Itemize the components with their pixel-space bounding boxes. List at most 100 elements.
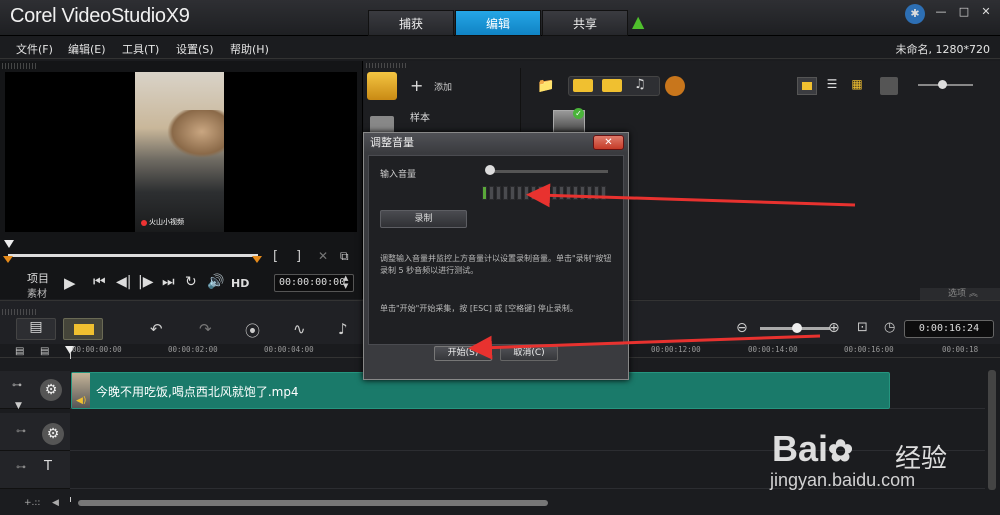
- undo-icon[interactable]: ↶: [150, 320, 163, 338]
- zoom-in-icon[interactable]: ⊕: [828, 320, 840, 336]
- menu-file[interactable]: 文件(F): [16, 41, 53, 57]
- overlay-track-icon: ⚙: [42, 423, 64, 445]
- menu-edit[interactable]: 编辑(E): [68, 41, 106, 57]
- mark-out-icon[interactable]: ]: [296, 249, 301, 264]
- baidu-url: jingyan.baidu.com: [770, 470, 916, 490]
- repeat-icon[interactable]: ↻: [185, 274, 197, 290]
- online-icon[interactable]: [665, 76, 685, 96]
- maximize-icon[interactable]: □: [955, 4, 973, 20]
- vertical-scrollbar[interactable]: [988, 370, 996, 490]
- menu-tools[interactable]: 工具(T): [122, 41, 159, 57]
- next-frame-icon[interactable]: |▶: [138, 274, 153, 290]
- scrub-handle[interactable]: [4, 240, 14, 248]
- meter-segment: [489, 186, 494, 200]
- go-start-icon[interactable]: ⏮: [93, 274, 106, 290]
- copy-icon[interactable]: ⧉: [340, 249, 349, 264]
- title-track-header[interactable]: [0, 451, 70, 489]
- menu-settings[interactable]: 设置(S): [176, 41, 214, 57]
- start-button[interactable]: 开始(S): [434, 346, 492, 361]
- video-filter-icon[interactable]: [573, 79, 593, 92]
- close-icon[interactable]: ✕: [593, 135, 624, 150]
- cancel-button[interactable]: 取消(C): [500, 346, 558, 361]
- folder-icon[interactable]: 📁: [537, 78, 554, 94]
- project-mode-label[interactable]: 项目: [27, 270, 49, 286]
- sample-folder[interactable]: 样本: [410, 109, 430, 124]
- ruler-tick: 00:00:14:00: [748, 345, 798, 354]
- preview-timecode[interactable]: 00:00:00:00: [274, 274, 354, 292]
- tab-share[interactable]: 共享: [542, 10, 628, 36]
- help-text: 调整输入音量并监控上方音量计以设置录制音量。单击"录制"按钮录制 5 秒音频以进…: [380, 254, 612, 275]
- auto-music-icon[interactable]: ♪: [338, 320, 348, 338]
- photo-filter-icon[interactable]: [602, 79, 622, 92]
- upload-icon[interactable]: ▲: [632, 12, 648, 31]
- sound-mixer-icon[interactable]: ∿: [293, 320, 306, 338]
- horizontal-scrollbar[interactable]: [78, 500, 548, 506]
- timeline-view-icon[interactable]: [63, 318, 103, 340]
- help-globe-icon[interactable]: ✱: [905, 4, 925, 24]
- ruler-tick: 00:00:02:00: [168, 345, 218, 354]
- redo-icon[interactable]: ↷: [199, 320, 212, 338]
- menu-help[interactable]: 帮助(H): [230, 41, 269, 57]
- volume-icon[interactable]: 🔊: [207, 274, 224, 290]
- storyboard-view-icon[interactable]: ▤: [16, 318, 56, 340]
- zoom-knob[interactable]: [792, 323, 802, 333]
- thumbnail-view-icon[interactable]: [797, 77, 817, 95]
- chapter-icon[interactable]: ▤: [40, 346, 49, 357]
- options-bar[interactable]: 选项 ︽: [920, 288, 1000, 300]
- expand-icon[interactable]: ▼: [15, 401, 22, 411]
- zoom-out-icon[interactable]: ⊖: [736, 320, 748, 336]
- paw-icon: ✿: [828, 435, 854, 468]
- meter-segment: [559, 186, 564, 200]
- video-track-icon: ⚙: [40, 379, 62, 401]
- grid-view-icon[interactable]: ▦: [847, 77, 867, 95]
- input-volume-knob[interactable]: [485, 165, 495, 175]
- panel-grip[interactable]: [2, 309, 38, 315]
- clip-mode-label[interactable]: 素材: [27, 285, 47, 300]
- trim-end-marker[interactable]: [252, 256, 262, 263]
- clip-name: 今晚不用吃饭,喝点西北风就饱了.mp4: [96, 385, 299, 399]
- thumb-size-knob[interactable]: [938, 80, 947, 89]
- scrub-bar[interactable]: [8, 254, 258, 257]
- add-track-icon[interactable]: +.::: [24, 498, 40, 508]
- fit-project-icon[interactable]: ⊡: [857, 320, 868, 335]
- hd-toggle[interactable]: HD: [231, 277, 249, 290]
- sort-icon[interactable]: [880, 77, 898, 95]
- trim-start-marker[interactable]: [3, 256, 13, 263]
- panel-grip[interactable]: [2, 63, 38, 69]
- input-volume-label: 输入音量: [380, 170, 417, 180]
- go-end-icon[interactable]: ⏭: [162, 274, 175, 290]
- meter-segment: [482, 186, 487, 200]
- meter-segment: [594, 186, 599, 200]
- meter-segment: [580, 186, 585, 200]
- add-folder-label[interactable]: 添加: [434, 80, 452, 93]
- meter-segment: [496, 186, 501, 200]
- play-icon[interactable]: ▶: [64, 274, 76, 292]
- list-view-icon[interactable]: ☰: [822, 77, 842, 95]
- video-frame: 火山小视频: [135, 72, 224, 232]
- tab-capture[interactable]: 捕获: [368, 10, 454, 36]
- scroll-left-icon[interactable]: ◀: [52, 498, 59, 508]
- record-button[interactable]: 录制: [380, 210, 467, 228]
- media-library-icon[interactable]: [367, 72, 397, 100]
- timecode-stepper[interactable]: ▲ ▼: [343, 274, 348, 290]
- dialog-title[interactable]: 调整音量: [364, 133, 628, 153]
- ruler-tick: 00:00:18: [942, 345, 979, 354]
- meter-segment: [566, 186, 571, 200]
- lock-icon[interactable]: ⊶: [16, 426, 26, 437]
- track-manager-icon[interactable]: ▤: [15, 346, 24, 357]
- mark-in-icon[interactable]: [: [273, 249, 278, 264]
- tab-edit[interactable]: 编辑: [455, 10, 541, 36]
- lock-icon[interactable]: ⊶: [16, 462, 26, 473]
- lock-icon[interactable]: ⊶: [12, 380, 22, 391]
- close-icon[interactable]: ✕: [977, 4, 995, 20]
- audio-filter-icon[interactable]: ♫: [634, 77, 646, 92]
- prev-frame-icon[interactable]: ◀|: [116, 274, 131, 290]
- record-capture-icon[interactable]: ⦿: [245, 320, 260, 341]
- cut-icon[interactable]: ✕: [318, 249, 328, 263]
- checked-icon: ✓: [573, 108, 584, 119]
- timeline-duration: 0:00:16:24: [904, 320, 994, 338]
- app-logo: Corel VideoStudioX9: [10, 5, 190, 27]
- input-volume-slider[interactable]: [488, 170, 608, 173]
- add-icon[interactable]: +: [410, 76, 423, 95]
- minimize-icon[interactable]: —: [932, 4, 950, 20]
